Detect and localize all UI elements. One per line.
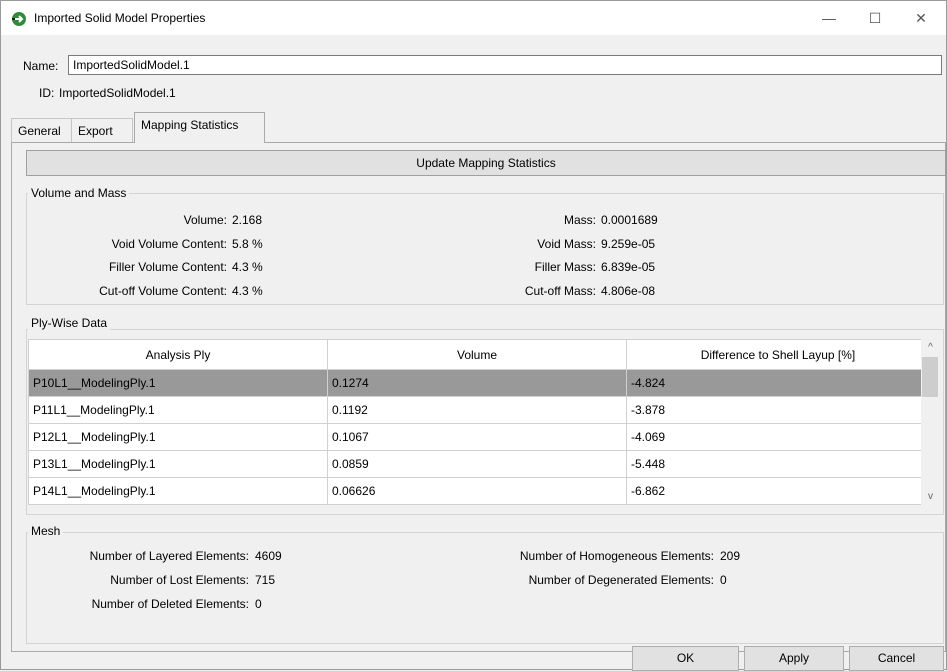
minimize-icon: — bbox=[822, 10, 836, 26]
volume-cell[interactable]: 0.0859 bbox=[327, 450, 627, 478]
minimize-button[interactable]: — bbox=[806, 5, 852, 31]
ply-name-cell[interactable]: P11L1__ModelingPly.1 bbox=[28, 396, 328, 424]
difference-cell[interactable]: -4.069 bbox=[626, 423, 930, 451]
tab-label: Export bbox=[78, 124, 113, 138]
mass-label: Mass: bbox=[563, 213, 596, 227]
name-label: Name: bbox=[23, 59, 59, 73]
table-header-row: Analysis Ply Volume Difference to Shell … bbox=[28, 339, 930, 370]
mesh-title: Mesh bbox=[28, 524, 64, 538]
void-volume-value: 5.8 % bbox=[232, 237, 263, 251]
mass-value: 0.0001689 bbox=[601, 213, 658, 227]
lost-elements-label: Number of Lost Elements: bbox=[110, 573, 249, 587]
update-mapping-statistics-button[interactable]: Update Mapping Statistics bbox=[26, 150, 946, 176]
maximize-icon: ☐ bbox=[868, 9, 882, 26]
void-volume-label: Void Volume Content: bbox=[111, 237, 227, 251]
id-label: ID: bbox=[39, 86, 55, 100]
difference-cell[interactable]: -6.862 bbox=[626, 477, 930, 505]
tab-general[interactable]: General bbox=[11, 118, 72, 142]
ply-wise-title: Ply-Wise Data bbox=[28, 316, 111, 330]
degenerated-elements-label: Number of Degenerated Elements: bbox=[528, 573, 714, 587]
close-icon: ✕ bbox=[915, 9, 927, 26]
deleted-elements-value: 0 bbox=[255, 597, 262, 611]
volume-cell[interactable]: 0.06626 bbox=[327, 477, 627, 505]
title-bar[interactable]: Imported Solid Model Properties — ☐ ✕ bbox=[1, 1, 946, 35]
layered-elements-label: Number of Layered Elements: bbox=[89, 549, 249, 563]
void-mass-value: 9.259e-05 bbox=[601, 237, 656, 251]
table-row[interactable]: P14L1__ModelingPly.1 0.06626 -6.862 bbox=[28, 477, 930, 505]
ok-button[interactable]: OK bbox=[632, 646, 739, 671]
tab-label: Mapping Statistics bbox=[141, 118, 239, 132]
volume-cell[interactable]: 0.1192 bbox=[327, 396, 627, 424]
homogeneous-elements-label: Number of Homogeneous Elements: bbox=[519, 549, 714, 563]
column-header-analysis-ply[interactable]: Analysis Ply bbox=[28, 339, 328, 370]
table-row[interactable]: P13L1__ModelingPly.1 0.0859 -5.448 bbox=[28, 450, 930, 478]
apply-button[interactable]: Apply bbox=[744, 646, 844, 671]
void-mass-label: Void Mass: bbox=[537, 237, 596, 251]
difference-cell[interactable]: -4.824 bbox=[626, 369, 930, 397]
deleted-elements-label: Number of Deleted Elements: bbox=[91, 597, 249, 611]
filler-mass-value: 6.839e-05 bbox=[601, 260, 656, 274]
ply-name-cell[interactable]: P10L1__ModelingPly.1 bbox=[28, 369, 328, 397]
cutoff-mass-value: 4.806e-08 bbox=[601, 284, 656, 298]
close-button[interactable]: ✕ bbox=[898, 5, 944, 31]
ply-name-cell[interactable]: P14L1__ModelingPly.1 bbox=[28, 477, 328, 505]
filler-mass-label: Filler Mass: bbox=[534, 260, 596, 274]
ply-name-cell[interactable]: P12L1__ModelingPly.1 bbox=[28, 423, 328, 451]
layered-elements-value: 4609 bbox=[255, 549, 282, 563]
ply-wise-table: Analysis Ply Volume Difference to Shell … bbox=[28, 339, 930, 505]
app-icon bbox=[12, 12, 26, 26]
difference-cell[interactable]: -5.448 bbox=[626, 450, 930, 478]
volume-cell[interactable]: 0.1274 bbox=[327, 369, 627, 397]
volume-cell[interactable]: 0.1067 bbox=[327, 423, 627, 451]
volume-value: 2.168 bbox=[232, 213, 263, 227]
table-row[interactable]: P10L1__ModelingPly.1 0.1274 -4.824 bbox=[28, 369, 930, 397]
lost-elements-value: 715 bbox=[255, 573, 276, 587]
tab-label: General bbox=[18, 124, 61, 138]
tab-mapping-statistics[interactable]: Mapping Statistics bbox=[134, 112, 265, 143]
window-title: Imported Solid Model Properties bbox=[34, 11, 206, 25]
tab-export[interactable]: Export bbox=[71, 118, 133, 142]
maximize-button[interactable]: ☐ bbox=[852, 5, 898, 31]
table-row[interactable]: P12L1__ModelingPly.1 0.1067 -4.069 bbox=[28, 423, 930, 451]
difference-cell[interactable]: -3.878 bbox=[626, 396, 930, 424]
table-row[interactable]: P11L1__ModelingPly.1 0.1192 -3.878 bbox=[28, 396, 930, 424]
degenerated-elements-value: 0 bbox=[720, 573, 727, 587]
properties-window: Imported Solid Model Properties — ☐ ✕ Na… bbox=[0, 0, 947, 671]
filler-volume-value: 4.3 % bbox=[232, 260, 263, 274]
ply-name-cell[interactable]: P13L1__ModelingPly.1 bbox=[28, 450, 328, 478]
column-header-volume[interactable]: Volume bbox=[327, 339, 627, 370]
scrollbar-thumb[interactable] bbox=[922, 357, 938, 397]
cutoff-mass-label: Cut-off Mass: bbox=[524, 284, 596, 298]
id-value: ImportedSolidModel.1 bbox=[59, 86, 176, 100]
cutoff-volume-label: Cut-off Volume Content: bbox=[99, 284, 227, 298]
volume-label: Volume: bbox=[183, 213, 227, 227]
homogeneous-elements-value: 209 bbox=[720, 549, 741, 563]
column-header-difference[interactable]: Difference to Shell Layup [%] bbox=[626, 339, 930, 370]
cancel-button[interactable]: Cancel bbox=[849, 646, 944, 671]
scroll-up-icon[interactable]: ^ bbox=[921, 342, 940, 353]
volume-mass-title: Volume and Mass bbox=[28, 186, 130, 200]
filler-volume-label: Filler Volume Content: bbox=[108, 260, 227, 274]
scroll-down-icon[interactable]: v bbox=[921, 491, 940, 502]
cutoff-volume-value: 4.3 % bbox=[232, 284, 263, 298]
name-input[interactable] bbox=[68, 55, 942, 75]
